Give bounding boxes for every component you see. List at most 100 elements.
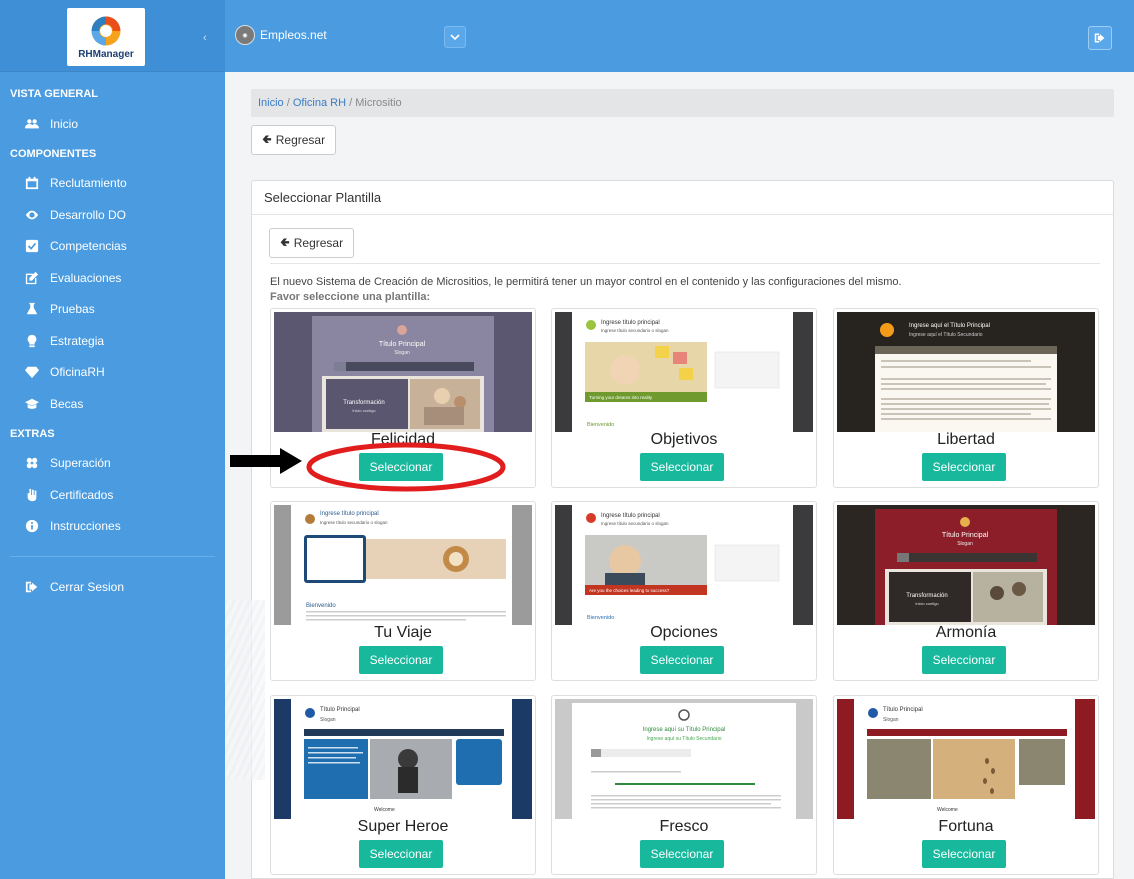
template-thumbnail[interactable]: Ingrese aquí el Título Principal Ingrese…: [837, 312, 1095, 432]
thumb-title: Ingrese título principal: [320, 511, 379, 517]
template-card-fresco[interactable]: Ingrese aquí su Título Principal Ingrese…: [551, 695, 817, 875]
template-thumbnail[interactable]: Ingrese título principal Ingrese título …: [274, 505, 532, 625]
annotation-ellipse-icon: [306, 442, 506, 492]
template-card-armonia[interactable]: Título Principal Slogan Transformación I…: [833, 501, 1099, 681]
breadcrumb-current: Micrositio: [355, 97, 402, 109]
app-logo[interactable]: RHManager: [67, 8, 145, 66]
thumb-sub: Ingrese título secundario o slogan: [601, 521, 669, 526]
top-navbar: ◉ Empleos.net: [225, 0, 1134, 72]
thumb-title: Ingrese aquí su Título Principal: [643, 727, 726, 733]
select-button-fresco[interactable]: Seleccionar: [640, 840, 724, 868]
sidebar-item-becas[interactable]: Becas: [0, 388, 225, 420]
template-name: Tu Viaje: [374, 624, 432, 641]
thumb-sub: Ingrese aquí el Título Secundario: [909, 332, 983, 338]
breadcrumb: Inicio / Oficina RH / Micrositio: [251, 89, 1114, 117]
arrow-left-icon: 🢀: [262, 131, 272, 146]
template-name: Fresco: [659, 818, 709, 835]
annotation-arrow-icon: [230, 448, 302, 474]
template-thumbnail[interactable]: Título Principal Slogan Welcome: [274, 699, 532, 819]
select-button-armonia[interactable]: Seleccionar: [922, 646, 1006, 674]
chevron-down-icon: [450, 34, 460, 41]
template-card-fortuna[interactable]: Título Principal Slogan Welcome Fortuna …: [833, 695, 1099, 875]
sign-out-icon: [1094, 33, 1105, 43]
sidebar-item-instrucciones[interactable]: Instrucciones: [0, 511, 225, 543]
nav-section-componentes: COMPONENTES: [10, 147, 97, 160]
thumb-sub: Ingrese título secundario o slogan: [320, 520, 388, 525]
sidebar-item-label: Certificados: [50, 487, 114, 502]
eye-icon: [24, 207, 40, 223]
arrow-left-icon: 🢀: [280, 234, 290, 249]
template-card-opciones[interactable]: Ingrese título principal Ingrese título …: [551, 501, 817, 681]
template-thumbnail[interactable]: Ingrese aquí su Título Principal Ingrese…: [555, 699, 813, 819]
sidebar-item-estrategia[interactable]: Estrategia: [0, 325, 225, 357]
template-name: Opciones: [650, 624, 718, 641]
sidebar-item-label: Evaluaciones: [50, 270, 122, 285]
select-button-objetivos[interactable]: Seleccionar: [640, 453, 724, 481]
template-thumbnail[interactable]: Ingrese título principal Ingrese título …: [555, 505, 813, 625]
thumb-welcome: Bienvenido: [306, 603, 336, 609]
sidebar-item-pruebas[interactable]: Pruebas: [0, 294, 225, 326]
select-button-fortuna[interactable]: Seleccionar: [922, 840, 1006, 868]
select-prompt: Favor seleccione una plantilla:: [270, 291, 431, 303]
brand-name: Empleos.net: [260, 28, 327, 42]
select-template-panel: Seleccionar Plantilla 🢀 Regresar El nuev…: [251, 180, 1114, 879]
template-card-libertad[interactable]: Ingrese aquí el Título Principal Ingrese…: [833, 308, 1099, 488]
users-icon: [24, 116, 40, 132]
collapse-sidebar-icon[interactable]: ‹: [203, 32, 207, 44]
panel-title: Seleccionar Plantilla: [252, 181, 1113, 215]
sidebar-item-desarrollo-do[interactable]: Desarrollo DO: [0, 199, 225, 231]
brand[interactable]: ◉ Empleos.net: [235, 25, 327, 45]
back-button-panel[interactable]: 🢀 Regresar: [269, 228, 355, 258]
brand-dropdown-button[interactable]: [444, 26, 466, 48]
thumb-title: Ingrese aquí el Título Principal: [909, 323, 990, 329]
sidebar-item-reclutamiento[interactable]: Reclutamiento: [0, 168, 225, 200]
thumb-welcome: Welcome: [374, 807, 395, 813]
nav-section-vista-general: VISTA GENERAL: [10, 88, 99, 100]
sidebar-item-superacion[interactable]: Superación: [0, 448, 225, 480]
diamond-icon: [24, 364, 40, 380]
thumb-title: Título Principal: [379, 341, 426, 348]
select-button-opciones[interactable]: Seleccionar: [640, 646, 724, 674]
puzzle-icon: [24, 455, 40, 471]
sidebar-item-evaluaciones[interactable]: Evaluaciones: [0, 262, 225, 294]
thumb-slogan: Slogan: [394, 350, 410, 356]
template-card-tu-viaje[interactable]: Ingrese título principal Ingrese título …: [270, 501, 536, 681]
breadcrumb-home[interactable]: Inicio: [258, 97, 284, 109]
info-icon: [24, 518, 40, 534]
sidebar-item-certificados[interactable]: Certificados: [0, 479, 225, 511]
sidebar-nav: VISTA GENERAL Inicio COMPONENTES Recluta…: [0, 72, 225, 603]
rhmanager-logo-icon: [91, 16, 121, 46]
template-thumbnail[interactable]: Ingrese título principal Ingrese título …: [555, 312, 813, 432]
template-thumbnail[interactable]: Título Principal Slogan Transformación I…: [837, 505, 1095, 625]
thumb-slogan: Slogan: [957, 541, 973, 547]
sidebar-item-label: OficinaRH: [50, 365, 105, 380]
thumb-welcome: Bienvenido: [587, 615, 614, 621]
sidebar-item-inicio[interactable]: Inicio: [0, 108, 225, 140]
sidebar-item-cerrar-sesion[interactable]: Cerrar Sesion: [0, 571, 225, 603]
breadcrumb-oficina-rh[interactable]: Oficina RH: [293, 97, 346, 109]
logo-text: RHManager: [78, 49, 134, 60]
thumb-banner: Are you the choices leading to success?: [589, 588, 670, 593]
select-button-libertad[interactable]: Seleccionar: [922, 453, 1006, 481]
thumb-hero-sub: Inicio contigo: [352, 408, 376, 413]
sidebar-divider: [10, 556, 215, 557]
logout-button[interactable]: [1088, 26, 1112, 50]
thumb-hero: Transformación: [906, 593, 947, 599]
template-thumbnail[interactable]: Título Principal Slogan Welcome: [837, 699, 1095, 819]
sidebar-item-label: Estrategia: [50, 333, 105, 348]
sidebar-item-competencias[interactable]: Competencias: [0, 231, 225, 263]
template-card-objetivos[interactable]: Ingrese título principal Ingrese título …: [551, 308, 817, 488]
sidebar-item-label: Competencias: [50, 239, 127, 254]
lightbulb-icon: [24, 333, 40, 349]
sidebar-item-label: Desarrollo DO: [50, 207, 127, 222]
template-card-super-heroe[interactable]: Título Principal Slogan Welcome Super He…: [270, 695, 536, 875]
select-button-super-heroe[interactable]: Seleccionar: [359, 840, 443, 868]
thumb-title: Título Principal: [883, 707, 923, 713]
breadcrumb-separator: /: [346, 97, 356, 109]
hand-icon: [24, 487, 40, 503]
template-thumbnail[interactable]: Título Principal Slogan Transformación I…: [274, 312, 532, 432]
select-button-tu-viaje[interactable]: Seleccionar: [359, 646, 443, 674]
sidebar-item-oficinarh[interactable]: OficinaRH: [0, 357, 225, 389]
thumb-title: Ingrese título principal: [601, 320, 660, 326]
back-button-top[interactable]: 🢀 Regresar: [251, 125, 337, 155]
